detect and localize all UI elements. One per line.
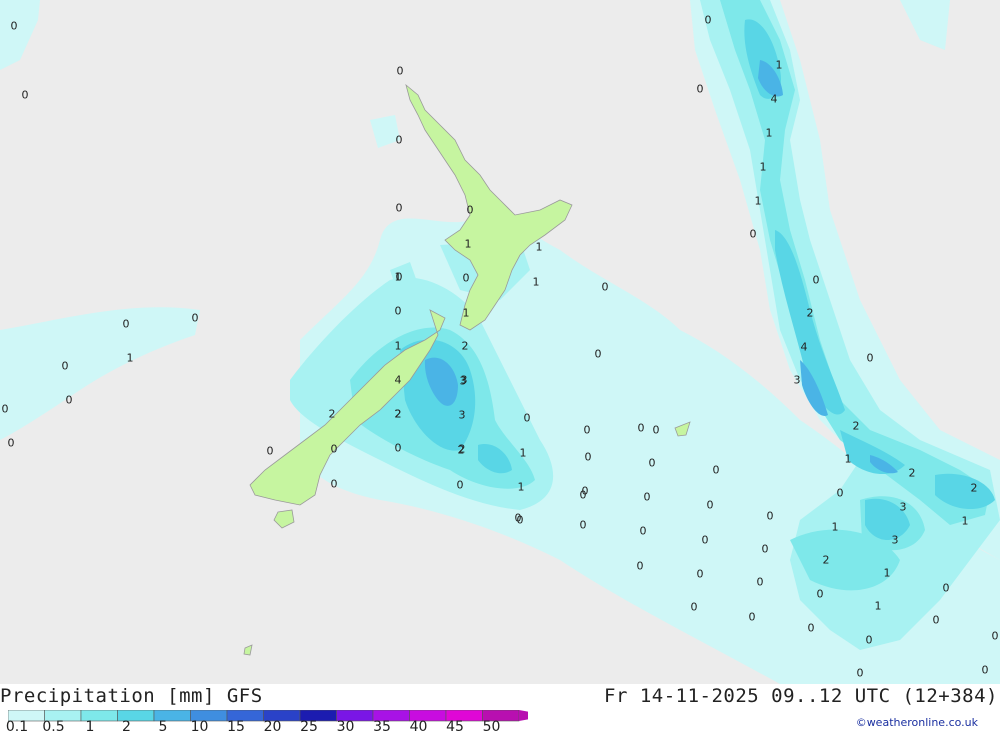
contour-label: 0 [643,490,651,504]
contour-label: 0 [523,411,531,425]
contour-label: 2 [458,442,466,456]
contour-label: 1 [765,126,773,140]
contour-label: 0 [696,567,704,581]
contour-label: 0 [648,456,656,470]
contour-label: 2 [394,407,402,421]
contour-label: 1 [844,452,852,466]
contour-label: 0 [766,509,774,523]
contour-label: 4 [394,373,402,387]
contour-label: 1 [883,566,891,580]
contour-label: 1 [394,270,402,284]
contour-label: 2 [908,466,916,480]
contour-label: 2 [806,306,814,320]
contour-label: 0 [583,423,591,437]
contour-label: 0 [579,518,587,532]
contour-label: 1 [532,275,540,289]
contour-label: 1 [126,351,134,365]
contour-label: 0 [761,542,769,556]
contour-label: 0 [191,311,199,325]
contour-label: 0 [601,280,609,294]
contour-label: 0 [942,581,950,595]
credit-link[interactable]: ©weatheronline.co.uk [856,716,978,729]
contour-label: 0 [636,559,644,573]
contour-label: 1 [754,194,762,208]
contour-label: 0 [330,477,338,491]
valid-time: Fr 14-11-2025 09..12 UTC (12+384) [604,685,998,707]
contour-label: 0 [61,359,69,373]
contour-label: 3 [891,533,899,547]
scale-arrow [519,710,549,721]
contour-label: 3 [458,408,466,422]
contour-label: 0 [462,271,470,285]
contour-label: 0 [807,621,815,635]
contour-label: 1 [394,339,402,353]
contour-label: 0 [865,633,873,647]
contour-label: 0 [10,19,18,33]
contour-label: 2 [461,339,469,353]
contour-label: 0 [21,88,29,102]
contour-label: 0 [704,13,712,27]
contour-label: 0 [394,304,402,318]
contour-label: 0 [330,442,338,456]
contour-label: 0 [981,663,989,677]
contour-label: 0 [701,533,709,547]
precipitation-map: 0 0 0 0 0 0 0 0 1 1 0 0 0 1 1 0 0 0 1 0 0 0 0 0 0 0 0 0 0 0 0 0 0 0 0 0 0 0 0 0… [0,0,1000,684]
contour-label: 0 [706,498,714,512]
contour-label: 2 [822,553,830,567]
contour-label: 1 [462,306,470,320]
contour-label: 0 [266,444,274,458]
contour-label: 0 [856,666,864,680]
contour-label: 0 [712,463,720,477]
contour-label: 1 [535,240,543,254]
contour-label: 0 [466,203,474,217]
contour-label: 0 [652,423,660,437]
contour-label: 0 [1,402,9,416]
contour-label: 1 [517,480,525,494]
contour-label: 0 [812,273,820,287]
contour-label: 0 [395,201,403,215]
contour-label: 3 [459,374,467,388]
contour-label: 1 [831,520,839,534]
contour-label: 0 [816,587,824,601]
contour-label: 0 [696,82,704,96]
contour-label: 0 [579,488,587,502]
contour-label: 0 [749,227,757,241]
contour-label: 0 [514,511,522,525]
legend-footer: Precipitation [mm] GFS Fr 14-11-2025 09.… [0,684,1000,735]
contour-label: 4 [800,340,808,354]
contour-label: 1 [759,160,767,174]
contour-label: 1 [961,514,969,528]
contour-label: 0 [7,436,15,450]
contour-label: 0 [866,351,874,365]
contour-label: 0 [690,600,698,614]
contour-label: 4 [770,92,778,106]
contour-label: 1 [874,599,882,613]
contour-label: 1 [464,237,472,251]
contour-label: 2 [328,407,336,421]
contour-label: 1 [519,446,527,460]
contour-label: 2 [852,419,860,433]
contour-label: 0 [122,317,130,331]
contour-label: 0 [748,610,756,624]
contour-label: 0 [639,524,647,538]
contour-label: 0 [584,450,592,464]
contour-label: 0 [456,478,464,492]
contour-label: 0 [836,486,844,500]
contour-label: 2 [970,481,978,495]
contour-label: 0 [637,421,645,435]
contour-label: 3 [899,500,907,514]
contour-label: 0 [394,441,402,455]
contour-label: 0 [932,613,940,627]
contour-label: 0 [65,393,73,407]
contour-label: 0 [756,575,764,589]
contour-label: 0 [395,133,403,147]
contour-label: 3 [793,373,801,387]
map-title: Precipitation [mm] GFS [0,685,263,707]
contour-label: 0 [396,64,404,78]
contour-label: 1 [775,58,783,72]
contour-label: 0 [594,347,602,361]
map-canvas [0,0,1000,684]
contour-label: 0 [991,629,999,643]
